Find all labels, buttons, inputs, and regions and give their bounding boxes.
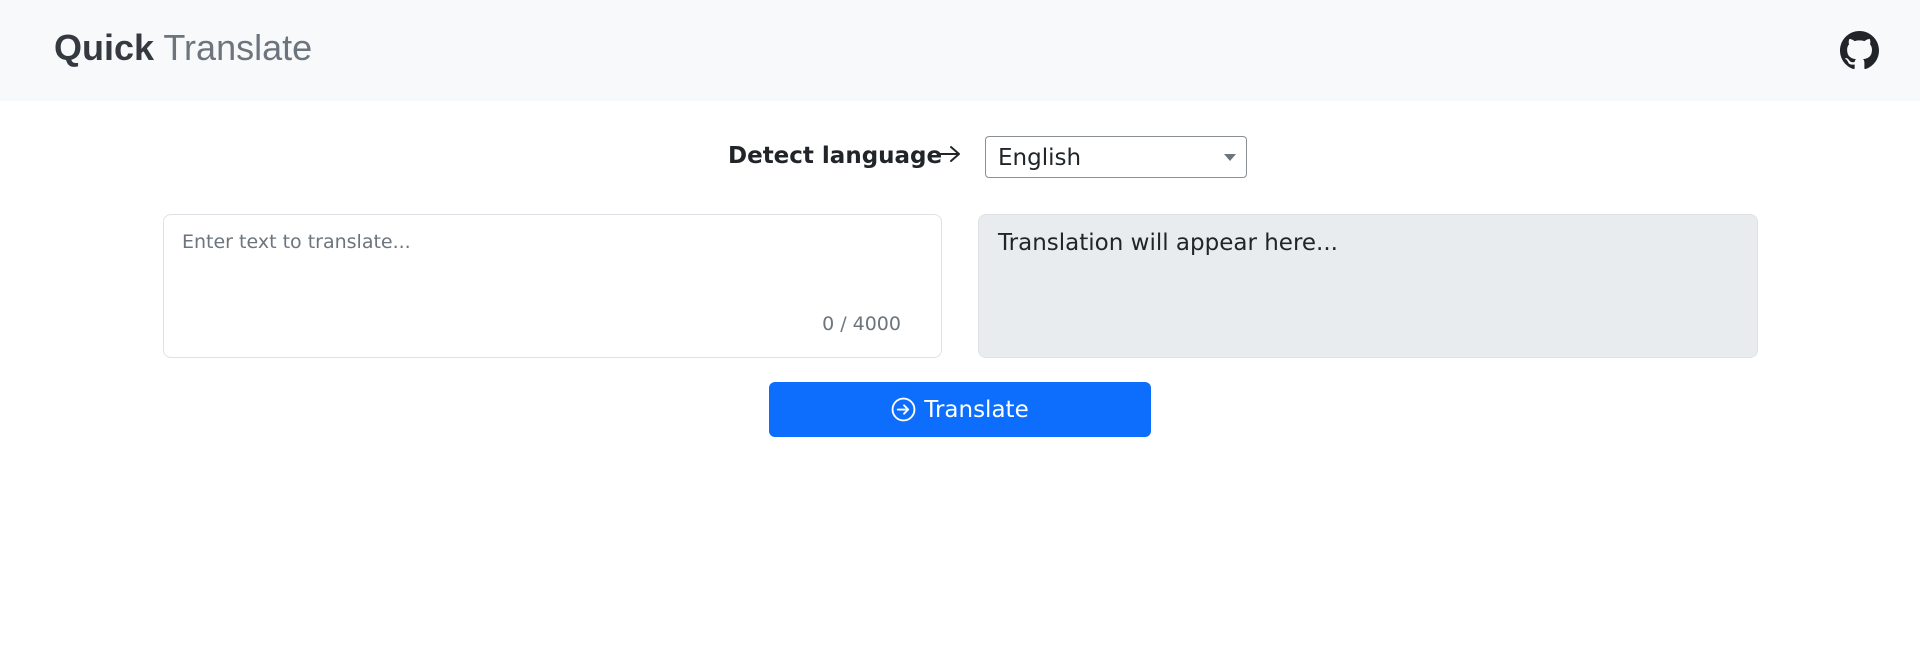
translate-button-content: Translate (769, 382, 1151, 437)
target-language-select[interactable]: English (985, 136, 1247, 178)
character-count: 0 / 4000 (822, 313, 901, 335)
arrow-right-circle-icon (891, 397, 916, 422)
translation-output-text: Translation will appear here... (998, 230, 1338, 256)
brand-light-text: Translate (163, 27, 313, 68)
github-link[interactable] (1840, 31, 1879, 70)
translate-button-label: Translate (924, 396, 1029, 423)
source-text-input[interactable] (164, 215, 941, 357)
arrow-right-icon (937, 146, 960, 162)
translation-output-panel: Translation will appear here... (978, 214, 1758, 358)
language-selector-row: Detect language English (0, 135, 1920, 179)
target-language-value: English (998, 145, 1082, 171)
brand-bold-text: Quick (54, 27, 155, 68)
navbar: Quick Translate (0, 0, 1920, 101)
source-text-panel: 0 / 4000 (163, 214, 942, 358)
github-icon (1840, 31, 1879, 70)
chevron-down-icon (1224, 154, 1236, 161)
app-brand[interactable]: Quick Translate (54, 25, 312, 71)
translate-button[interactable]: Translate (769, 382, 1151, 437)
source-language-label: Detect language (728, 143, 943, 169)
